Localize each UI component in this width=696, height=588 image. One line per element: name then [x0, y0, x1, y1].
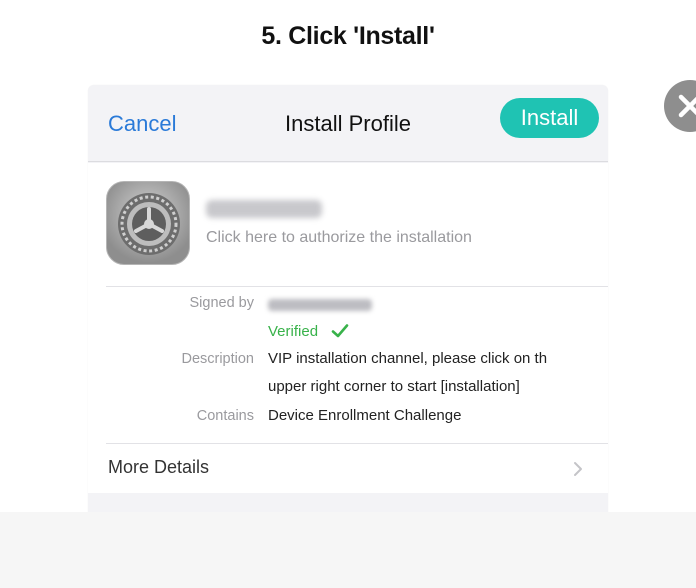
verified-label: Verified [268, 323, 319, 340]
app-name-redacted [206, 200, 322, 218]
signer-redacted [268, 299, 372, 311]
install-button[interactable]: Install [500, 98, 599, 138]
chevron-right-icon [574, 462, 582, 476]
settings-gear-icon [106, 181, 190, 265]
verified-status: Verified [268, 323, 349, 341]
more-details-row[interactable]: More Details [108, 457, 209, 478]
checkmark-icon [331, 324, 348, 338]
authorize-subtitle[interactable]: Click here to authorize the installation [206, 229, 472, 247]
description-line-2: upper right corner to start [installatio… [268, 378, 520, 395]
signed-by-label: Signed by [189, 295, 255, 311]
contains-label: Contains [196, 408, 254, 424]
close-icon [678, 94, 696, 118]
install-profile-screenshot: Cancel Install Profile Install Click her… [88, 85, 608, 525]
navigation-bar: Cancel Install Profile Install [88, 85, 608, 162]
profile-card: Click here to authorize the installation… [88, 163, 608, 493]
description-label: Description [181, 351, 254, 367]
step-title: 5. Click 'Install' [261, 22, 435, 50]
description-line-1: VIP installation channel, please click o… [268, 350, 548, 367]
bottom-band [0, 512, 696, 588]
divider [106, 443, 608, 444]
close-button[interactable] [664, 80, 696, 132]
divider [106, 286, 608, 287]
contains-value: Device Enrollment Challenge [268, 407, 462, 424]
